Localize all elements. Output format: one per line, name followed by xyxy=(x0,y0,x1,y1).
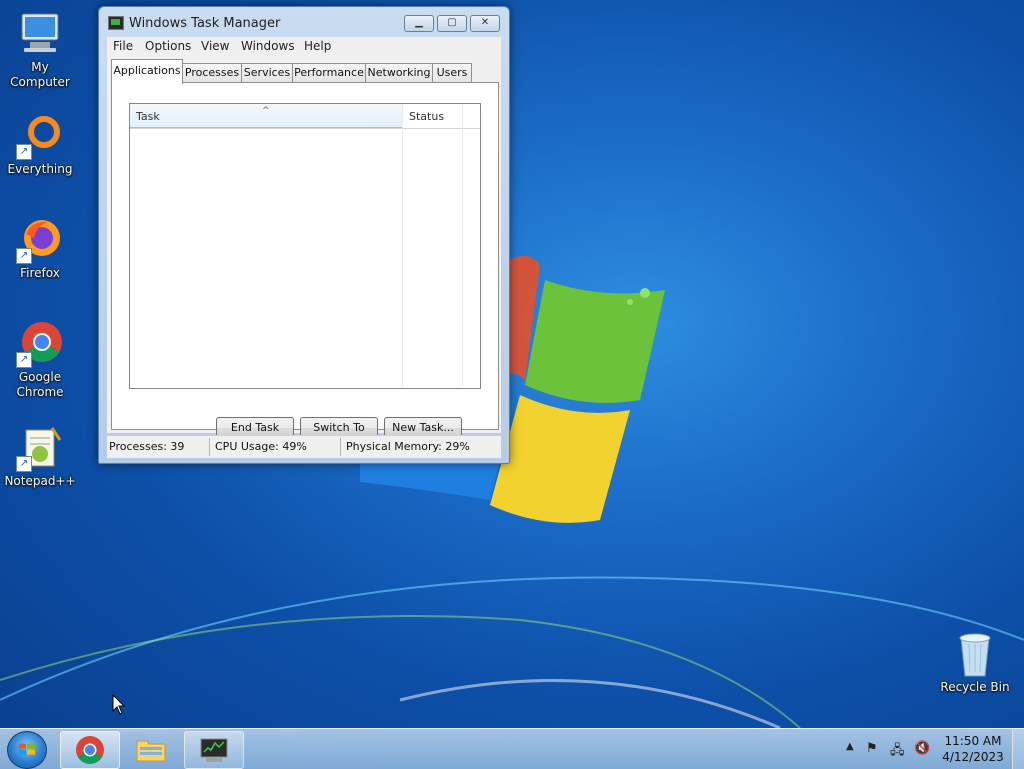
menu-file[interactable]: File xyxy=(113,39,133,53)
status-divider xyxy=(340,438,341,456)
shortcut-arrow-icon: ↗ xyxy=(16,456,32,472)
status-cpu-usage: CPU Usage: 49% xyxy=(215,440,307,453)
status-divider xyxy=(209,438,210,456)
desktop-icon-label: My Computer xyxy=(10,60,70,89)
clock-date: 4/12/2023 xyxy=(942,750,1004,764)
minimize-button[interactable]: ▁ xyxy=(404,15,434,32)
taskbar-chrome-button[interactable] xyxy=(60,731,120,769)
menu-windows[interactable]: Windows xyxy=(241,39,295,53)
start-button[interactable] xyxy=(7,731,47,769)
desktop-icon-label: Everything xyxy=(7,162,73,176)
firefox-icon: ↗ xyxy=(16,216,64,264)
desktop-icon-label: Notepad++ xyxy=(4,474,76,488)
taskbar-explorer-button[interactable] xyxy=(122,731,180,767)
maximize-button[interactable]: ▢ xyxy=(437,15,467,32)
volume-muted-icon[interactable]: 🔇 xyxy=(914,741,930,756)
tab-performance[interactable]: Performance xyxy=(292,63,366,82)
taskbar: ▲ ⚑ 🖧 🔇 11:50 AM 4/12/2023 xyxy=(0,728,1024,769)
tab-users[interactable]: Users xyxy=(432,63,472,82)
network-icon[interactable]: 🖧 xyxy=(890,741,905,763)
task-manager-icon xyxy=(200,738,228,762)
close-button[interactable]: ✕ xyxy=(470,15,500,32)
column-divider xyxy=(462,104,463,386)
shortcut-arrow-icon: ↗ xyxy=(16,248,32,264)
recycle-bin-icon xyxy=(951,630,999,678)
column-header-status[interactable]: Status xyxy=(402,104,462,128)
tab-networking[interactable]: Networking xyxy=(365,63,433,82)
clock-time: 11:50 AM xyxy=(944,734,1002,748)
column-header-task[interactable]: ^ Task xyxy=(130,104,402,128)
desktop-icon-everything[interactable]: ↗ Everything xyxy=(0,112,80,177)
status-bar: Processes: 39 CPU Usage: 49% Physical Me… xyxy=(107,435,501,458)
task-manager-icon xyxy=(108,16,124,30)
sort-ascending-icon: ^ xyxy=(262,106,270,116)
menu-bar: File Options View Windows Help xyxy=(107,37,501,57)
desktop-icon-label: Google Chrome xyxy=(16,370,64,399)
chrome-icon: ↗ xyxy=(16,320,64,368)
window-client-area: Applications Processes Services Performa… xyxy=(107,57,501,439)
window-titlebar[interactable]: Windows Task Manager ▁ ▢ ✕ xyxy=(99,7,509,37)
desktop-icon-notepad-plus-plus[interactable]: ↗ Notepad++ xyxy=(0,424,80,489)
system-clock[interactable]: 11:50 AM 4/12/2023 xyxy=(940,733,1006,765)
task-list[interactable]: ^ Task Status xyxy=(129,103,481,389)
everything-icon: ↗ xyxy=(16,112,64,160)
show-desktop-button[interactable] xyxy=(1012,729,1024,769)
action-center-flag-icon[interactable]: ⚑ xyxy=(866,741,878,756)
tab-processes[interactable]: Processes xyxy=(182,63,242,82)
menu-help[interactable]: Help xyxy=(304,39,331,53)
computer-icon xyxy=(16,10,64,58)
status-physical-memory: Physical Memory: 29% xyxy=(346,440,470,453)
desktop-icon-firefox[interactable]: ↗ Firefox xyxy=(0,216,80,281)
applications-tab-page: ^ Task Status End Task Switch To New Tas… xyxy=(111,82,499,439)
mouse-pointer-icon xyxy=(112,694,126,715)
menu-view[interactable]: View xyxy=(201,39,229,53)
column-header-status-label: Status xyxy=(409,110,445,123)
menu-options[interactable]: Options xyxy=(145,39,191,53)
desktop-icon-label: Firefox xyxy=(20,266,60,280)
chrome-icon xyxy=(76,736,104,764)
tab-applications[interactable]: Applications xyxy=(111,59,183,84)
desktop-icon-google-chrome[interactable]: ↗ Google Chrome xyxy=(0,320,80,400)
task-list-header: ^ Task Status xyxy=(130,104,480,129)
shortcut-arrow-icon: ↗ xyxy=(16,352,32,368)
window-title: Windows Task Manager xyxy=(129,16,281,31)
column-header-task-label: Task xyxy=(136,110,160,123)
show-hidden-icons-button[interactable]: ▲ xyxy=(846,741,854,752)
windows-logo-icon xyxy=(19,743,35,755)
notepad-plus-plus-icon: ↗ xyxy=(16,424,64,472)
desktop-icon-recycle-bin[interactable]: Recycle Bin xyxy=(935,630,1015,695)
taskbar-task-manager-button[interactable] xyxy=(184,731,244,769)
folder-icon xyxy=(136,740,166,762)
task-manager-window[interactable]: Windows Task Manager ▁ ▢ ✕ File Options … xyxy=(98,6,510,464)
desktop-icon-my-computer[interactable]: My Computer xyxy=(0,10,80,90)
desktop-icon-label: Recycle Bin xyxy=(940,680,1010,694)
column-divider xyxy=(402,104,403,386)
shortcut-arrow-icon: ↗ xyxy=(16,144,32,160)
status-processes: Processes: 39 xyxy=(109,440,185,453)
tab-services[interactable]: Services xyxy=(241,63,293,82)
